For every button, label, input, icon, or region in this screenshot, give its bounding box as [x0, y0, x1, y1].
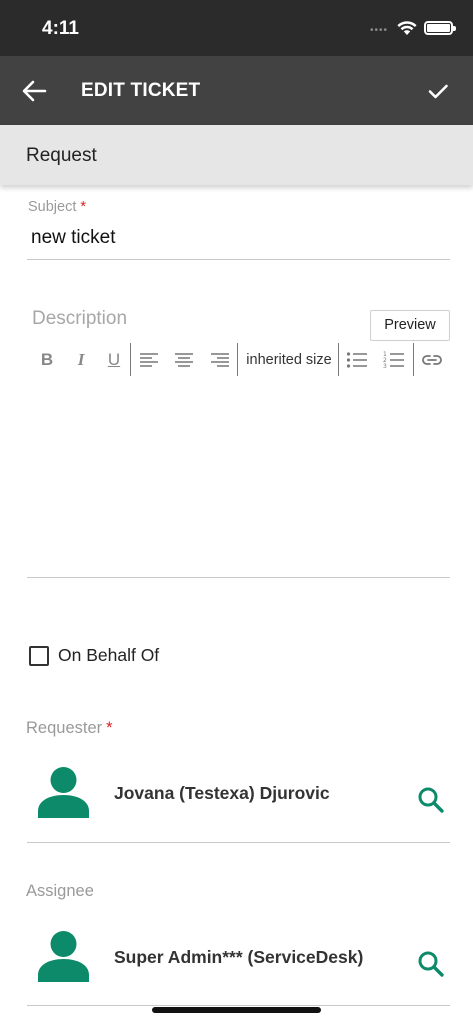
assignee-name[interactable]: Super Admin*** (ServiceDesk) [114, 947, 363, 968]
link-icon [422, 354, 442, 365]
align-left-icon [140, 352, 158, 367]
toolbar-separator [237, 343, 238, 376]
underline-button[interactable]: U [99, 343, 129, 376]
back-arrow-icon[interactable] [20, 78, 48, 104]
requester-name[interactable]: Jovana (Testexa) Djurovic [114, 783, 330, 804]
bulleted-list-icon [346, 351, 367, 368]
assignee-label: Assignee [26, 882, 94, 900]
status-time: 4:11 [42, 18, 79, 39]
subject-label: Subject * [28, 199, 87, 215]
assignee-underline [27, 1005, 450, 1006]
font-size-select[interactable]: inherited size [242, 343, 336, 376]
required-mark: * [80, 199, 87, 215]
status-bar: 4:11 •••• [0, 0, 473, 56]
bold-button[interactable]: B [32, 343, 62, 376]
toolbar-separator [130, 343, 131, 376]
person-icon [38, 767, 89, 818]
search-icon[interactable] [416, 949, 446, 979]
page-title: EDIT TICKET [81, 80, 201, 101]
checkmark-icon[interactable] [424, 78, 452, 104]
app-bar: EDIT TICKET [0, 56, 473, 125]
signal-dots-icon: •••• [370, 25, 389, 36]
battery-icon [424, 21, 456, 35]
search-icon[interactable] [416, 785, 446, 815]
on-behalf-of-label[interactable]: On Behalf Of [58, 645, 159, 666]
align-center-button[interactable] [169, 343, 199, 376]
section-header: Request [0, 125, 473, 185]
wifi-icon [397, 21, 417, 35]
subject-underline [27, 259, 450, 260]
description-label: Description [32, 308, 128, 329]
on-behalf-of-checkbox[interactable] [29, 646, 49, 666]
requester-underline [27, 842, 450, 843]
numbered-list-icon: 123 [383, 351, 404, 370]
preview-button[interactable]: Preview [370, 310, 450, 341]
align-right-button[interactable] [205, 343, 235, 376]
description-editor[interactable] [27, 380, 450, 576]
numbered-list-button[interactable]: 123 [379, 343, 409, 376]
align-right-icon [211, 352, 229, 367]
link-button[interactable] [417, 343, 447, 376]
home-indicator[interactable] [152, 1007, 321, 1013]
italic-button[interactable]: I [66, 343, 96, 376]
toolbar-separator [338, 343, 339, 376]
person-icon [38, 931, 89, 982]
subject-input[interactable]: new ticket [31, 227, 115, 249]
align-center-icon [175, 352, 193, 367]
section-title: Request [26, 145, 97, 166]
svg-text:3: 3 [383, 363, 387, 370]
toolbar-separator [413, 343, 414, 376]
bulleted-list-button[interactable] [342, 343, 372, 376]
align-left-button[interactable] [134, 343, 164, 376]
requester-label: Requester * [26, 719, 113, 737]
description-underline [27, 577, 450, 578]
required-mark: * [106, 719, 113, 737]
